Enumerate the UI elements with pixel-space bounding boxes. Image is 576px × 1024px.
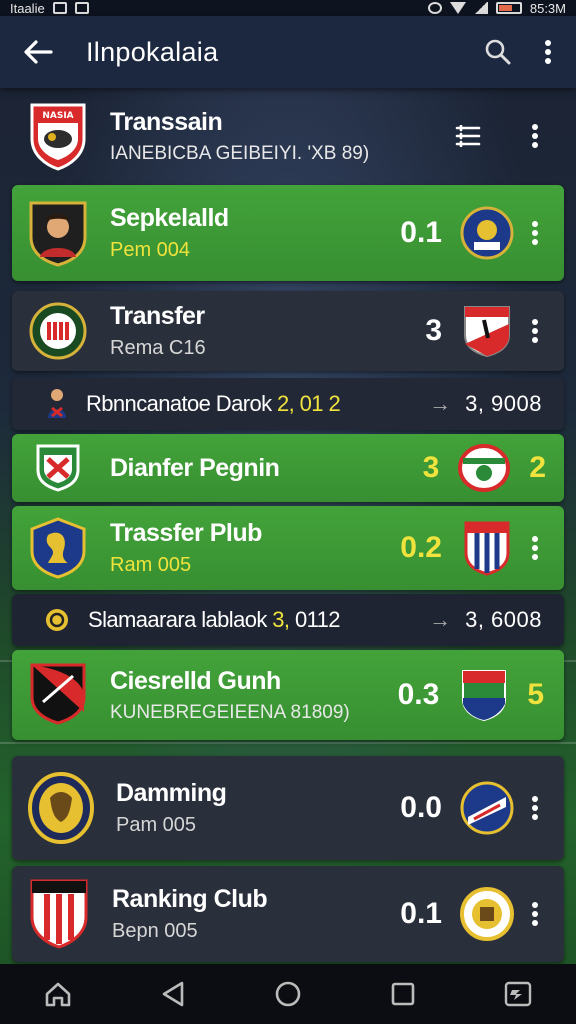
row-sub: Ram 005: [110, 554, 192, 576]
list-item[interactable]: Slamaarara lablaok 3, 0112 → 3, 6008: [12, 594, 564, 646]
row-score: 3: [425, 314, 442, 347]
league-header[interactable]: NASIA Transsain IANEBICBA GEIBEIYI. 'XB …: [14, 94, 562, 178]
opponent-crest-icon: [460, 206, 514, 260]
crest-label: NASIA: [42, 111, 73, 121]
list-filter-icon[interactable]: [446, 114, 490, 158]
search-icon[interactable]: [476, 30, 520, 74]
status-time: 85:3M: [529, 0, 566, 16]
list-item[interactable]: Damming Pam 005 0.0: [12, 756, 564, 860]
row-slim-highlight: 2, 01 2: [277, 391, 341, 416]
circle-home-icon[interactable]: [258, 969, 318, 1019]
list-item[interactable]: Sepkelalld Pem 004 0.1: [12, 185, 564, 281]
player-icon: [48, 389, 66, 418]
row-name: Sepkelalld: [110, 204, 229, 232]
signal-icon: [473, 2, 488, 14]
arrow-right-icon: →: [429, 607, 452, 632]
recents-icon[interactable]: [373, 969, 433, 1019]
alarm-icon: [427, 2, 442, 14]
player-avatar-icon: [28, 200, 88, 267]
row-sub: Pam 005: [116, 814, 197, 836]
notification-icon-2: [74, 2, 89, 14]
list-item[interactable]: Ranking Club Bepn 005 0.1: [12, 866, 564, 962]
row-score: 3: [422, 451, 440, 484]
club-crest-icon: [28, 298, 88, 364]
row-name: Ranking Club: [112, 885, 268, 913]
nav-back-icon[interactable]: [143, 969, 203, 1019]
more-vertical-icon[interactable]: [522, 309, 548, 353]
wifi-icon: [449, 2, 466, 14]
list-item[interactable]: Rbnncanatoe Darok 2, 01 2 → 3, 9008: [12, 378, 564, 430]
row-score: 0.1: [400, 216, 442, 249]
status-bar: Itaalie 85:3M: [0, 0, 576, 16]
opponent-crest-icon: [460, 304, 514, 358]
opponent-crest-icon: [460, 521, 514, 576]
league-subtitle: IANEBICBA GEIBEIYI. 'XB 89): [110, 142, 370, 164]
row-sub: KUNEBREGEIEENA 81809): [110, 701, 350, 723]
row-score-2: 2: [529, 451, 546, 484]
row-slim-text: Rbnncanatoe Darok: [86, 391, 272, 416]
row-score: 0.2: [400, 531, 442, 564]
more-vertical-icon[interactable]: [522, 786, 548, 830]
row-sub: Bepn 005: [112, 920, 198, 942]
row-sub: Rema C16: [110, 337, 206, 359]
opponent-crest-icon: [457, 668, 511, 722]
more-vertical-icon[interactable]: [522, 892, 548, 936]
opponent-crest-icon: [460, 781, 514, 835]
list-item[interactable]: Transfer Rema C16 3: [12, 291, 564, 371]
club-crest-icon: [28, 443, 88, 493]
more-vertical-icon[interactable]: [522, 114, 548, 158]
screenshot-icon[interactable]: [488, 969, 548, 1019]
list-item[interactable]: Ciesrelld Gunh KUNEBREGEIEENA 81809) 0.3…: [12, 650, 564, 740]
row-slim-value: 3, 6008: [465, 607, 542, 632]
club-crest-icon: [28, 662, 88, 728]
list-item[interactable]: Dianfer Pegnin 3 2: [12, 434, 564, 502]
club-crest-icon: [28, 772, 94, 844]
row-slim-text: Slamaarara lablaok: [88, 607, 267, 632]
league-name: Transsain: [110, 107, 223, 136]
status-left-text: Itaalie: [10, 0, 45, 16]
row-name: Damming: [116, 779, 227, 807]
arrow-left-icon[interactable]: [16, 30, 60, 74]
opponent-crest-icon: [457, 441, 511, 495]
list-item[interactable]: Trassfer Plub Ram 005 0.2: [12, 506, 564, 590]
club-crest-icon: [28, 515, 88, 581]
club-crest-small-icon: [46, 609, 68, 631]
page-title: Ilnpokalaia: [86, 36, 219, 67]
more-vertical-icon[interactable]: [522, 211, 548, 255]
row-score: 0.1: [400, 897, 442, 930]
more-vertical-icon[interactable]: [536, 30, 560, 74]
notification-icon: [52, 2, 67, 14]
app-bar: Ilnpokalaia: [0, 16, 576, 88]
battery-icon: [495, 2, 522, 14]
row-name: Ciesrelld Gunh: [110, 666, 281, 695]
opponent-crest-icon: [460, 887, 514, 941]
row-slim-highlight: 3,: [272, 607, 290, 632]
home-icon[interactable]: [28, 969, 88, 1019]
row-slim-value: 3, 9008: [465, 391, 542, 416]
row-score: 0.0: [400, 791, 442, 824]
system-nav-bar: [0, 964, 576, 1024]
club-crest-icon: NASIA: [28, 103, 88, 171]
row-score: 0.3: [397, 678, 440, 711]
row-sub: Pem 004: [110, 239, 191, 261]
row-score-2: 5: [527, 678, 544, 711]
more-vertical-icon[interactable]: [522, 526, 548, 570]
row-name: Trassfer Plub: [110, 519, 262, 547]
club-crest-icon: [28, 878, 90, 950]
arrow-right-icon: →: [429, 391, 452, 416]
row-slim-mid: 0112: [294, 607, 341, 632]
row-name: Dianfer Pegnin: [110, 453, 280, 482]
row-name: Transfer: [110, 302, 205, 330]
